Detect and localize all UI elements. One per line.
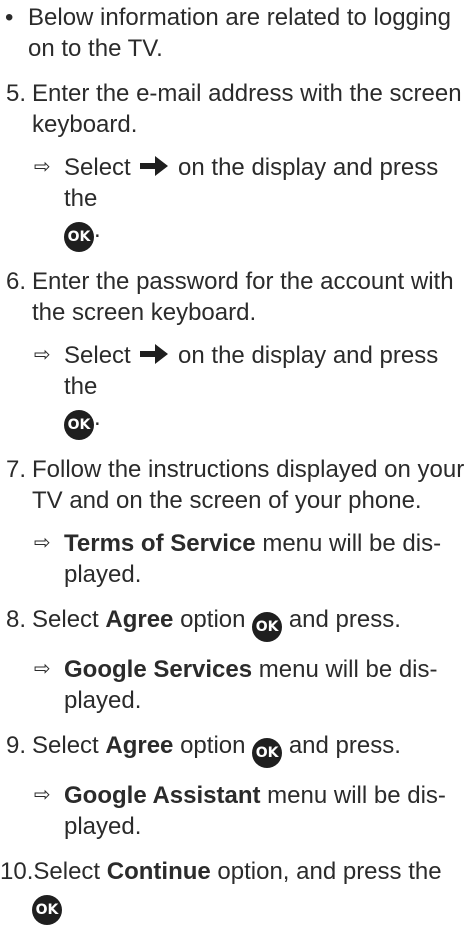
step-text-post: option, and press the [217, 858, 442, 885]
intro-text: Below information are related to logging… [28, 4, 451, 62]
manual-page: • Below information are related to loggi… [0, 0, 467, 925]
step-7: 7. Follow the instructions displayed on … [0, 454, 467, 516]
intro-bullet: • Below information are related to loggi… [0, 2, 467, 64]
step-text-pre: Select [32, 732, 99, 759]
menu-name: Google Services [64, 656, 253, 683]
option-name: Agree [105, 732, 174, 759]
step-text: Enter the e-mail address with the screen… [32, 80, 462, 138]
option-name: Agree [105, 606, 174, 633]
step-8-result: ⇨ Google Services menu will be dis-playe… [0, 654, 467, 716]
ok-button-icon: OK [252, 738, 283, 768]
result-arrow-icon: ⇨ [34, 156, 51, 178]
result-arrow-icon: ⇨ [34, 344, 51, 366]
result-text-before: Select [64, 154, 131, 181]
step-number: 6. [6, 268, 27, 295]
step-9: 9. Select Agree option OK and press. [0, 730, 467, 768]
step-9-result: ⇨ Google Assistant menu will be dis-play… [0, 780, 467, 842]
step-text-pre: Select [32, 606, 99, 633]
step-text-post: and press. [288, 606, 401, 633]
result-text-before: Select [64, 342, 131, 369]
step-6: 6. Enter the password for the account wi… [0, 266, 467, 328]
step-number: 9. [6, 732, 27, 759]
result-arrow-icon: ⇨ [34, 658, 51, 680]
menu-name: Terms of Service [64, 530, 256, 557]
step-8: 8. Select Agree option OK and press. [0, 604, 467, 642]
menu-name: Google Assistant [64, 782, 261, 809]
step-text: Enter the password for the account with … [32, 268, 454, 326]
ok-button-icon: OK [64, 410, 94, 440]
step-text: Follow the instructions displayed on you… [32, 456, 465, 514]
ok-button-icon: OK [32, 895, 62, 925]
step-text-post: and press. [288, 732, 401, 759]
step-6-result: ⇨ Select on the display and press the OK… [0, 340, 467, 440]
result-end: . [94, 216, 101, 243]
ok-button-icon: OK [252, 612, 283, 642]
right-arrow-icon [140, 344, 169, 364]
ok-button-icon: OK [64, 222, 94, 252]
option-name: Continue [106, 858, 211, 885]
right-arrow-icon [140, 156, 169, 176]
step-7-result: ⇨ Terms of Service menu will be dis-play… [0, 528, 467, 590]
result-end: . [94, 404, 101, 431]
step-text-mid: option [180, 732, 246, 759]
step-text-mid: option [180, 606, 246, 633]
step-number: 10. [0, 858, 34, 885]
step-text-pre: Select [33, 858, 101, 885]
result-arrow-icon: ⇨ [34, 532, 51, 554]
step-number: 5. [6, 80, 27, 107]
step-number: 8. [6, 606, 27, 633]
step-5-result: ⇨ Select on the display and press the OK… [0, 152, 467, 252]
step-number: 7. [6, 456, 27, 483]
result-arrow-icon: ⇨ [34, 784, 51, 806]
step-10: 10.Select Continue option, and press the… [0, 856, 467, 925]
bullet-point: • [5, 4, 14, 31]
step-5: 5. Enter the e-mail address with the scr… [0, 78, 467, 140]
